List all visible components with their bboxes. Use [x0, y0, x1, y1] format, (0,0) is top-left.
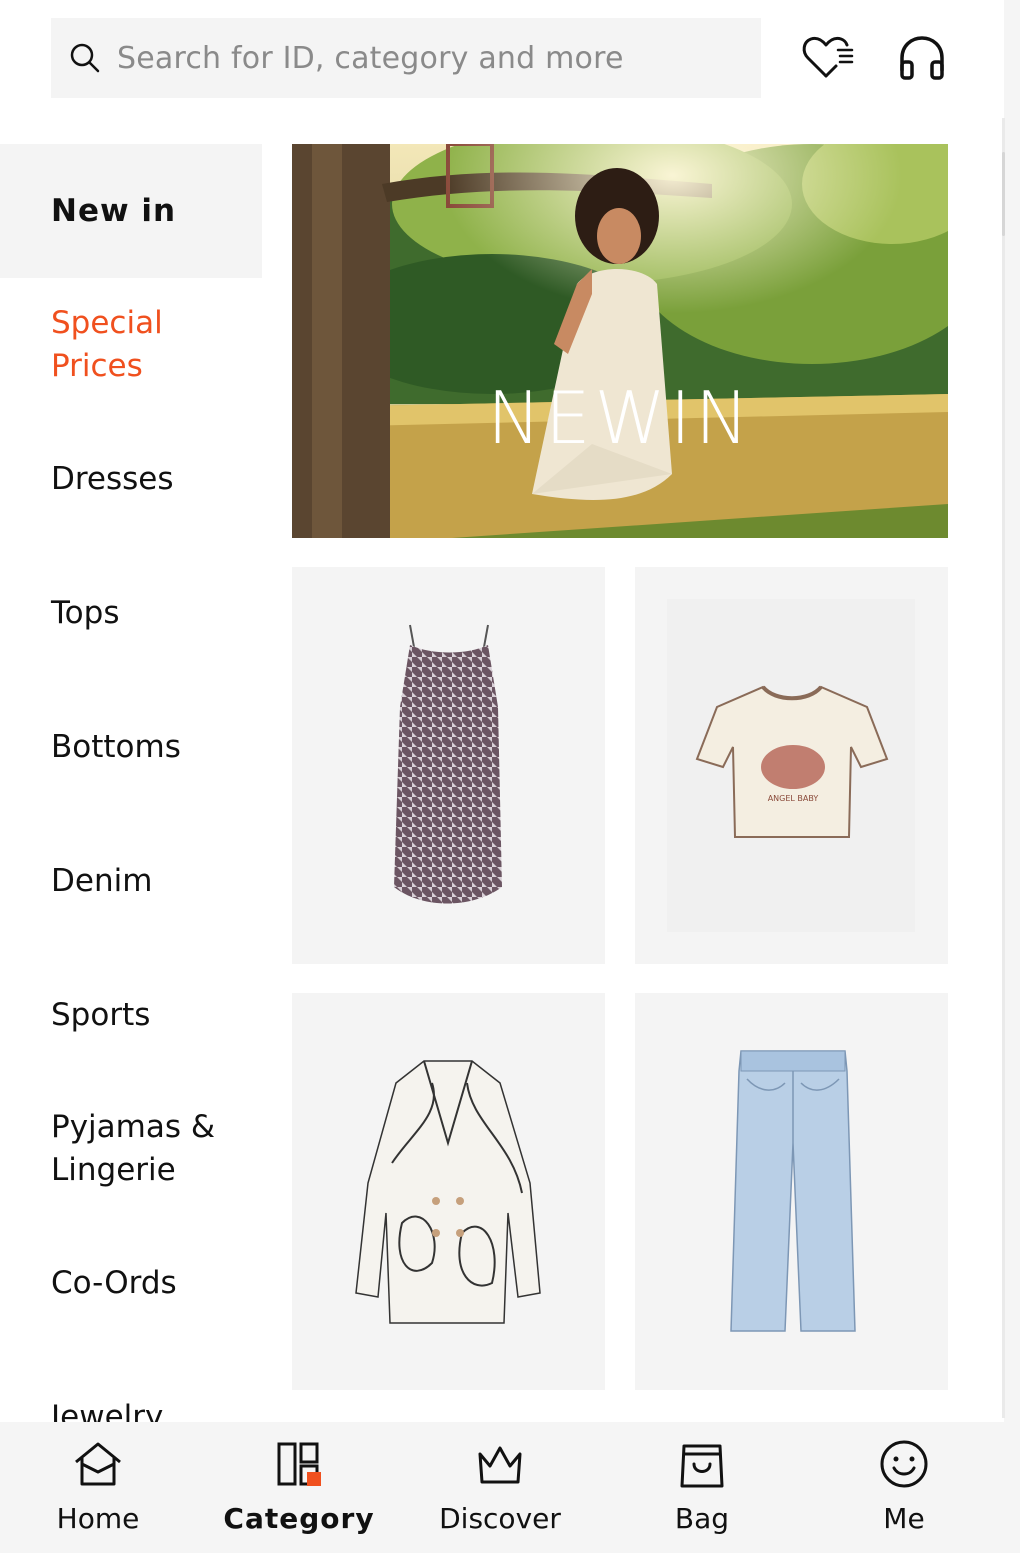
nav-label: Bag [674, 1502, 730, 1535]
sidebar-item-sports[interactable]: Sports [0, 948, 262, 1082]
sidebar-item-label: Bottoms [51, 728, 181, 765]
right-gutter [1004, 0, 1020, 1553]
jeans-thumbnail [730, 1050, 856, 1332]
nav-bag[interactable]: Bag [602, 1422, 802, 1553]
customer-service-button[interactable] [892, 28, 952, 88]
sidebar-item-label: Dresses [51, 460, 174, 497]
tshirt-thumbnail: ANGEL BABY [667, 599, 915, 932]
category-icon [277, 1442, 321, 1486]
banner-photo [292, 144, 948, 538]
search-icon [70, 43, 100, 73]
product-tile-blazer[interactable] [292, 993, 605, 1390]
wishlist-icon [802, 36, 854, 78]
smiley-icon [880, 1440, 928, 1488]
sidebar-item-label: Special Prices [51, 305, 163, 384]
search-placeholder: Search for ID, category and more [117, 40, 624, 76]
sidebar-item-label: Sports [51, 996, 151, 1033]
sidebar-item-label: Pyjamas & Lingerie [51, 1109, 216, 1188]
scrollbar-thumb[interactable] [1002, 152, 1005, 236]
svg-text:ANGEL BABY: ANGEL BABY [768, 794, 819, 803]
headphones-icon [900, 36, 944, 80]
banner-title: NEWIN [487, 376, 753, 460]
sidebar-item-dresses[interactable]: Dresses [0, 412, 262, 546]
product-tile-tshirt[interactable]: ANGEL BABY [635, 567, 948, 964]
nav-category[interactable]: Category [199, 1422, 399, 1553]
nav-label: Home [56, 1502, 140, 1535]
sidebar-item-label: New in [51, 192, 177, 229]
home-icon [75, 1442, 121, 1486]
category-sidebar: New in Special Prices Dresses Tops Botto… [0, 144, 262, 1422]
nav-label: Discover [439, 1502, 561, 1535]
sidebar-item-label: Co-Ords [51, 1264, 177, 1301]
product-tile-jeans[interactable] [635, 993, 948, 1390]
bottom-navigation: Home Category Discover Bag Me [0, 1422, 1004, 1553]
sidebar-item-special-prices[interactable]: Special Prices [0, 278, 262, 412]
sidebar-item-tops[interactable]: Tops [0, 546, 262, 680]
bag-icon [680, 1444, 724, 1488]
sidebar-item-pyjamas-lingerie[interactable]: Pyjamas & Lingerie [0, 1082, 262, 1216]
nav-label: Category [223, 1502, 375, 1535]
nav-me[interactable]: Me [804, 1422, 1004, 1553]
sidebar-item-new-in[interactable]: New in [0, 144, 262, 278]
new-in-banner[interactable]: NEWIN [292, 144, 948, 538]
scroll-track [1002, 118, 1005, 1418]
sidebar-item-co-ords[interactable]: Co-Ords [0, 1216, 262, 1350]
blazer-thumbnail [355, 1060, 541, 1324]
sidebar-item-bottoms[interactable]: Bottoms [0, 680, 262, 814]
nav-discover[interactable]: Discover [400, 1422, 600, 1553]
product-tile-dress[interactable] [292, 567, 605, 964]
sidebar-item-jewelry[interactable]: Jewelry [0, 1350, 262, 1422]
search-bar[interactable]: Search for ID, category and more [51, 18, 761, 98]
sidebar-item-label: Jewelry [51, 1399, 164, 1422]
sidebar-item-label: Tops [51, 594, 120, 631]
app-screen: Search for ID, category and more New in … [0, 0, 1004, 1553]
dress-thumbnail [394, 624, 502, 904]
nav-home[interactable]: Home [0, 1422, 198, 1553]
crown-icon [478, 1446, 522, 1484]
sidebar-item-label: Denim [51, 862, 153, 899]
wishlist-button[interactable] [798, 28, 858, 88]
sidebar-item-denim[interactable]: Denim [0, 814, 262, 948]
nav-label: Me [883, 1502, 925, 1535]
